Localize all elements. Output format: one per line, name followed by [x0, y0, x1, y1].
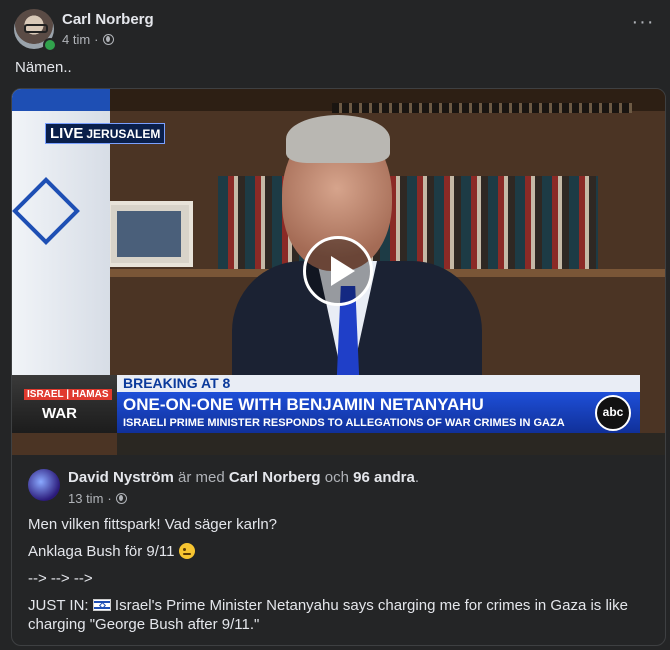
shared-post-text: Men vilken fittspark! Vad säger karln? A…	[28, 515, 652, 642]
desk	[117, 433, 665, 455]
live-label: LIVE	[50, 125, 84, 142]
with-text: är med	[178, 469, 225, 486]
post-header: Carl Norberg 4 tim · ···	[14, 9, 658, 52]
shared-text-line-justin: JUST IN: Israel's Prime Minister Netanya…	[28, 596, 652, 634]
post-caption: Nämen..	[15, 59, 72, 76]
shared-text-line: Israel's Prime Minister Netanyahu says c…	[28, 597, 628, 633]
shared-separator: ·	[107, 491, 112, 506]
live-city: JERUSALEM	[86, 126, 161, 141]
shared-meta: 13 tim ·	[68, 491, 127, 506]
period: .	[414, 469, 419, 486]
shared-author-name[interactable]: David Nyström	[68, 469, 174, 486]
breaking-bar: BREAKING AT 8	[117, 375, 640, 392]
shared-text-line: --> --> -->	[28, 570, 93, 587]
chyron-sub: ISRAEL | HAMAS	[24, 389, 112, 400]
headline-bar: ONE-ON-ONE WITH BENJAMIN NETANYAHU ISRAE…	[117, 392, 640, 433]
chyron-war: WAR	[42, 405, 77, 422]
flag-star	[12, 177, 80, 245]
post-meta: 4 tim ·	[62, 32, 114, 47]
globe-icon[interactable]	[102, 34, 114, 45]
chyron-war-box: ISRAEL | HAMAS WAR	[12, 375, 117, 433]
meta-separator: ·	[94, 32, 99, 47]
online-status-dot	[43, 38, 57, 52]
avatar-glasses	[24, 24, 48, 33]
shared-text-line: Anklaga Bush för 9/11	[28, 543, 175, 560]
video-player[interactable]: LIVE JERUSALEM ISRAEL | HAMAS WAR BREAKI…	[12, 89, 665, 455]
israel-flag-emoji-icon	[92, 599, 111, 611]
smirk-emoji-icon	[178, 543, 195, 559]
shared-timestamp[interactable]: 13 tim	[68, 491, 103, 506]
shared-author-avatar[interactable]	[28, 469, 60, 501]
shared-post-body: David Nyström är med Carl Norberg och 96…	[12, 455, 665, 645]
globe-icon	[115, 493, 127, 504]
abc-news-logo: abc	[595, 395, 631, 431]
play-icon[interactable]	[303, 236, 373, 306]
more-options-button[interactable]: ···	[630, 12, 656, 39]
photo-frame	[107, 201, 193, 267]
just-in-prefix: JUST IN:	[28, 597, 89, 614]
shared-text-line: Men vilken fittspark! Vad säger karln?	[28, 516, 278, 533]
tagged-others[interactable]: 96 andra	[353, 469, 415, 486]
shared-post-card[interactable]: LIVE JERUSALEM ISRAEL | HAMAS WAR BREAKI…	[11, 88, 666, 646]
live-badge: LIVE JERUSALEM	[45, 123, 166, 144]
and-text: och	[324, 469, 349, 486]
post-timestamp[interactable]: 4 tim	[62, 32, 90, 47]
shared-author-line: David Nyström är med Carl Norberg och 96…	[68, 469, 419, 486]
post-author-name[interactable]: Carl Norberg	[62, 11, 154, 28]
shared-text-line-emoji: Anklaga Bush för 9/11	[28, 542, 652, 561]
speaker-hair	[286, 115, 390, 163]
headline-text: ONE-ON-ONE WITH BENJAMIN NETANYAHU	[123, 395, 484, 414]
tagged-user[interactable]: Carl Norberg	[229, 469, 321, 486]
subheadline-text: ISRAELI PRIME MINISTER RESPONDS TO ALLEG…	[123, 417, 565, 429]
